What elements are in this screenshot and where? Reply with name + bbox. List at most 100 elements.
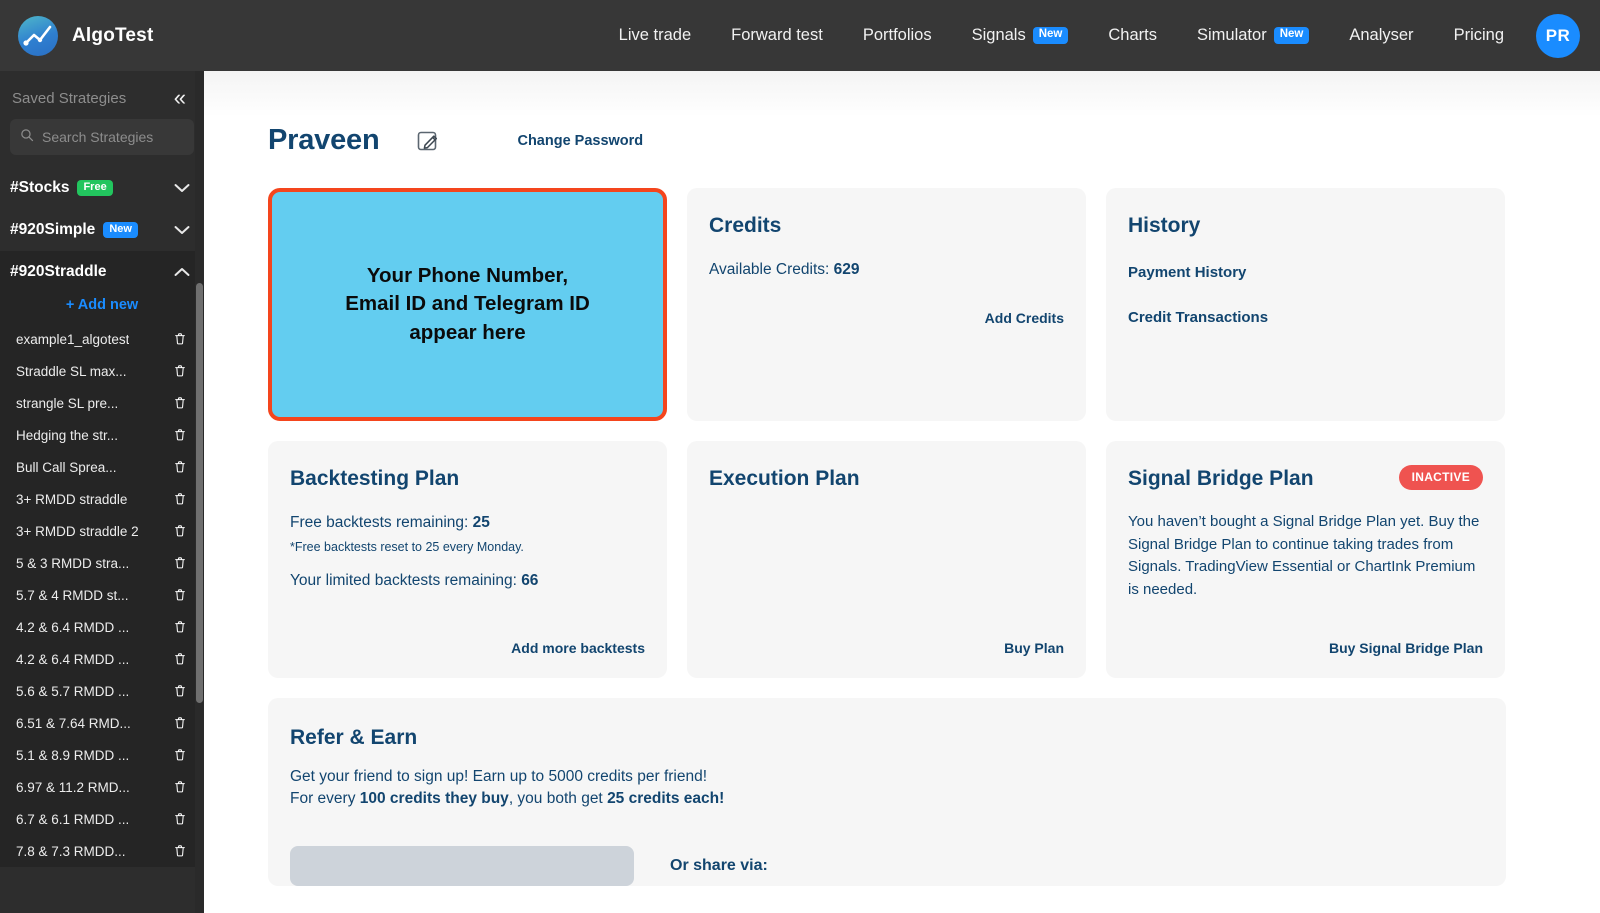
app-root: AlgoTest Live trade Forward test Portfol…	[0, 0, 1600, 913]
sidebar-strategy-label: 5.7 & 4 RMDD st...	[16, 587, 129, 603]
delete-icon[interactable]	[172, 683, 188, 699]
delete-icon[interactable]	[172, 619, 188, 635]
add-credits-link[interactable]: Add Credits	[985, 310, 1064, 326]
sidebar-strategy-item[interactable]: example1_algotest	[0, 323, 204, 355]
sidebar-strategy-item[interactable]: 4.2 & 6.4 RMDD ...	[0, 611, 204, 643]
sidebar-strategy-item[interactable]: 7.8 & 7.3 RMDD...	[0, 835, 204, 867]
sidebar-group-stocks[interactable]: #Stocks Free	[0, 167, 204, 209]
sidebar-strategy-item[interactable]: 5 & 3 RMDD stra...	[0, 547, 204, 579]
delete-icon[interactable]	[172, 427, 188, 443]
nav-link-analyser[interactable]: Analyser	[1329, 20, 1433, 51]
simulator-new-badge: New	[1273, 27, 1310, 44]
delete-icon[interactable]	[172, 811, 188, 827]
share-via-label: Or share via:	[670, 857, 768, 874]
buy-signal-bridge-plan-link[interactable]: Buy Signal Bridge Plan	[1329, 640, 1483, 656]
search-input[interactable]	[42, 129, 184, 145]
delete-icon[interactable]	[172, 747, 188, 763]
avatar[interactable]: PR	[1536, 13, 1580, 58]
sidebar-group-label: #920Straddle	[10, 263, 107, 280]
chevron-up-icon[interactable]	[174, 266, 190, 279]
sidebar-strategy-item[interactable]: 5.1 & 8.9 RMDD ...	[0, 739, 204, 771]
delete-icon[interactable]	[172, 715, 188, 731]
nav-link-signals[interactable]: Signals New	[952, 20, 1089, 51]
nav-link-live-trade[interactable]: Live trade	[599, 20, 711, 51]
sidebar-scrollbar[interactable]	[195, 71, 204, 913]
refer-line-2: For every 100 credits they buy, you both…	[290, 790, 1484, 808]
delete-icon[interactable]	[172, 459, 188, 475]
delete-icon[interactable]	[172, 779, 188, 795]
page-header: Praveen Change Password	[204, 71, 1600, 157]
delete-icon[interactable]	[172, 331, 188, 347]
add-new-strategy-button[interactable]: + Add new	[0, 293, 204, 323]
sidebar-strategy-label: Bull Call Sprea...	[16, 459, 117, 475]
nav-link-portfolios[interactable]: Portfolios	[843, 20, 952, 51]
contact-placeholder-text: Your Phone Number, Email ID and Telegram…	[345, 262, 590, 347]
nav-link-forward-test[interactable]: Forward test	[711, 20, 843, 51]
sidebar-strategy-item[interactable]: 3+ RMDD straddle	[0, 483, 204, 515]
contact-line-2: Email ID and Telegram ID	[345, 292, 590, 316]
refer-credits-buy: 100 credits they buy	[359, 790, 509, 807]
sidebar-strategy-item[interactable]: strangle SL pre...	[0, 387, 204, 419]
sidebar-title: Saved Strategies	[12, 89, 127, 107]
referral-code-input[interactable]	[290, 846, 634, 886]
delete-icon[interactable]	[172, 491, 188, 507]
sidebar-strategy-item[interactable]: Straddle SL max...	[0, 355, 204, 387]
sidebar-strategy-item[interactable]: 3+ RMDD straddle 2	[0, 515, 204, 547]
sidebar-strategy-label: Straddle SL max...	[16, 363, 127, 379]
nav-link-simulator[interactable]: Simulator New	[1177, 20, 1329, 51]
delete-icon[interactable]	[172, 843, 188, 859]
chevron-down-icon[interactable]	[174, 182, 190, 195]
nav-label: Portfolios	[862, 26, 932, 44]
sidebar-strategy-item[interactable]: 6.97 & 11.2 RMD...	[0, 771, 204, 803]
sidebar-group-920simple[interactable]: #920Simple New	[0, 209, 204, 251]
search-strategies-box[interactable]	[10, 119, 194, 155]
add-more-backtests-link[interactable]: Add more backtests	[511, 640, 645, 656]
sidebar-strategy-item[interactable]: Bull Call Sprea...	[0, 451, 204, 483]
delete-icon[interactable]	[172, 363, 188, 379]
sidebar-strategy-label: 6.7 & 6.1 RMDD ...	[16, 811, 130, 827]
sidebar-group-920straddle[interactable]: #920Straddle	[0, 251, 204, 293]
limited-backtests-label: Your limited backtests remaining:	[290, 572, 517, 589]
nav-link-charts[interactable]: Charts	[1088, 20, 1177, 51]
status-badge: INACTIVE	[1398, 465, 1483, 490]
sidebar-strategy-item[interactable]: 5.6 & 5.7 RMDD ...	[0, 675, 204, 707]
credits-card-title: Credits	[709, 214, 782, 237]
payment-history-link[interactable]: Payment History	[1128, 264, 1483, 281]
history-card-title: History	[1128, 214, 1201, 237]
change-password-link[interactable]: Change Password	[517, 133, 643, 149]
buy-plan-link[interactable]: Buy Plan	[1004, 640, 1064, 656]
sidebar-strategy-list: + Add new example1_algotest Straddle SL m…	[0, 293, 204, 867]
sidebar: Saved Strategies « #Stocks Free #920Simp…	[0, 71, 204, 913]
edit-name-icon[interactable]	[415, 128, 441, 154]
free-backtests-value: 25	[472, 514, 490, 531]
signals-new-badge: New	[1032, 27, 1069, 44]
delete-icon[interactable]	[172, 587, 188, 603]
free-backtests-label: Free backtests remaining:	[290, 514, 469, 531]
refer-and-earn-card: Refer & Earn Get your friend to sign up!…	[268, 698, 1506, 886]
sidebar-strategy-item[interactable]: 5.7 & 4 RMDD st...	[0, 579, 204, 611]
execution-plan-card: Execution Plan Buy Plan	[687, 441, 1086, 678]
nav-label: Pricing	[1453, 26, 1504, 44]
sidebar-strategy-label: example1_algotest	[16, 331, 130, 347]
delete-icon[interactable]	[172, 651, 188, 667]
nav-link-pricing[interactable]: Pricing	[1434, 20, 1524, 51]
sidebar-strategy-label: 5.1 & 8.9 RMDD ...	[16, 747, 130, 763]
sidebar-strategy-item[interactable]: 6.7 & 6.1 RMDD ...	[0, 803, 204, 835]
sidebar-strategy-item[interactable]: 6.51 & 7.64 RMD...	[0, 707, 204, 739]
sidebar-strategy-label: Hedging the str...	[16, 427, 119, 443]
sidebar-strategy-item[interactable]: Hedging the str...	[0, 419, 204, 451]
collapse-sidebar-icon[interactable]: «	[172, 87, 188, 109]
sidebar-strategy-label: 5.6 & 5.7 RMDD ...	[16, 683, 130, 699]
credit-transactions-link[interactable]: Credit Transactions	[1128, 309, 1483, 326]
history-card: History Payment History Credit Transacti…	[1106, 188, 1505, 421]
delete-icon[interactable]	[172, 523, 188, 539]
backtesting-plan-card: Backtesting Plan Free backtests remainin…	[268, 441, 667, 678]
sidebar-strategy-item[interactable]: 4.2 & 6.4 RMDD ...	[0, 643, 204, 675]
delete-icon[interactable]	[172, 395, 188, 411]
sidebar-scrollbar-thumb[interactable]	[196, 283, 203, 703]
chevron-down-icon[interactable]	[174, 224, 190, 237]
sidebar-strategy-label: strangle SL pre...	[16, 395, 119, 411]
brand[interactable]: AlgoTest	[0, 15, 204, 56]
nav-label: Forward test	[731, 26, 823, 44]
delete-icon[interactable]	[172, 555, 188, 571]
